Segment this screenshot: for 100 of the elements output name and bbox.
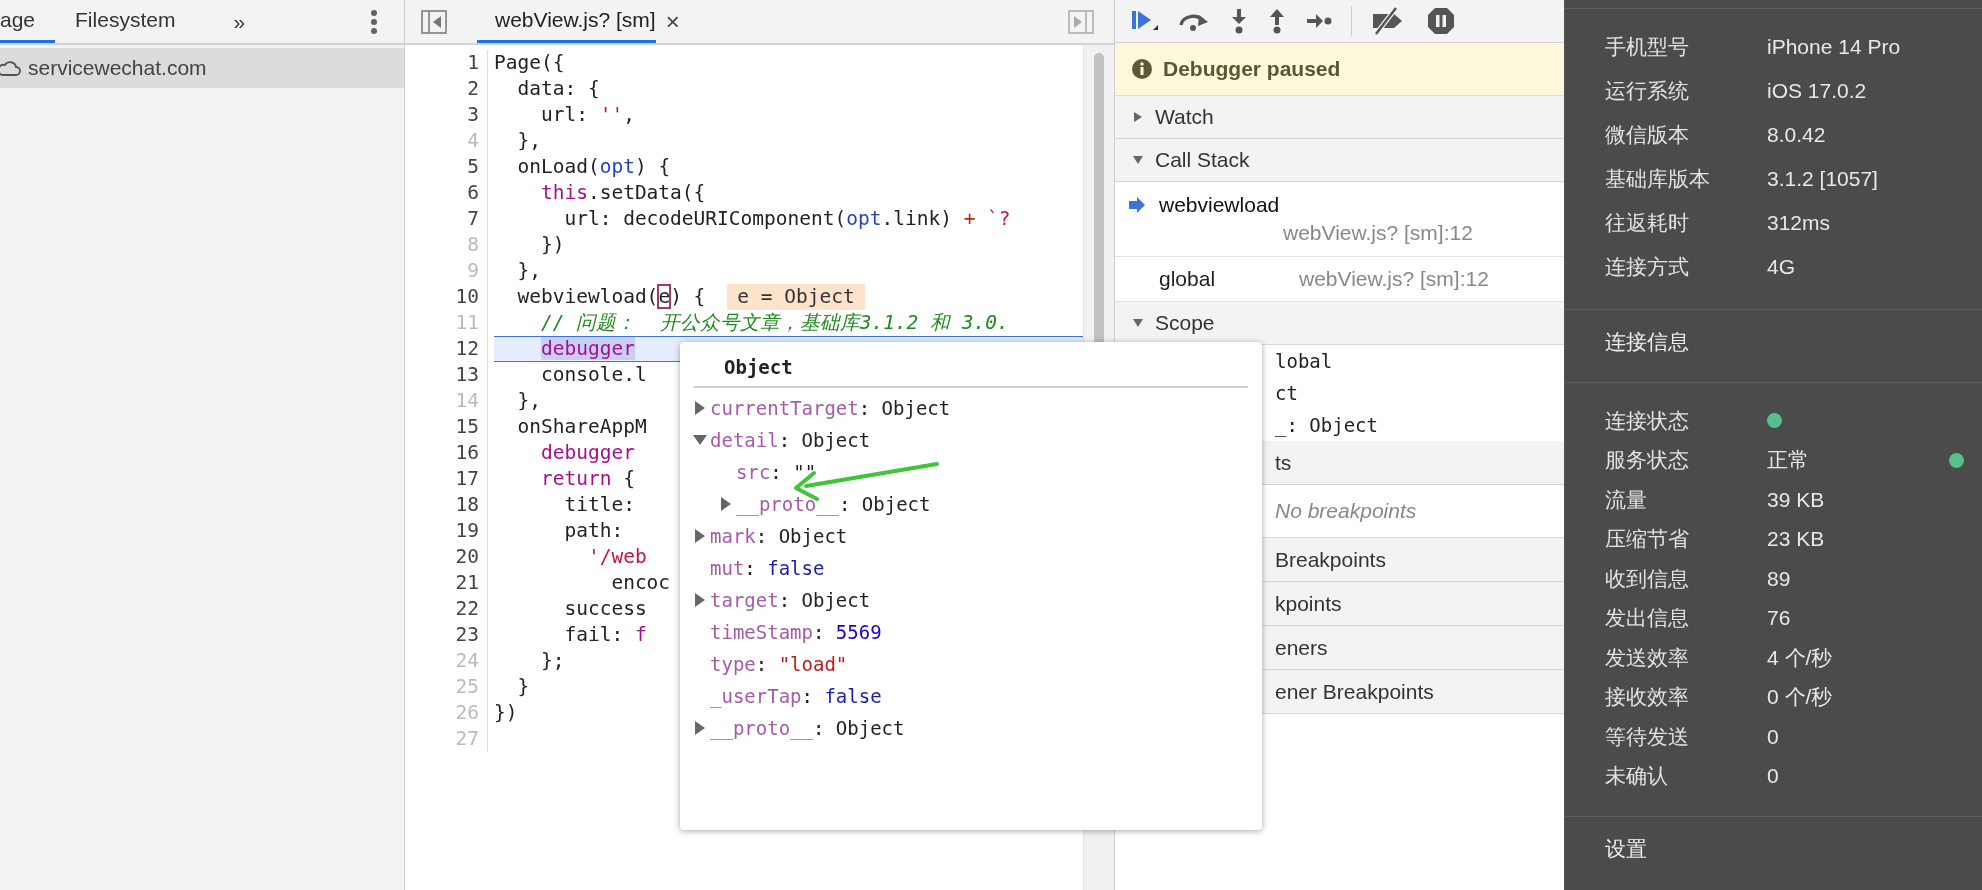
inline-value: e = Object [727,284,865,310]
empty-note: No breakpoints [1275,499,1417,523]
code-line: }, [516,128,541,154]
line-number: 26 [405,700,488,726]
code-line: return { [539,466,635,492]
line-number: 19 [405,518,488,544]
info-icon [1131,58,1153,80]
expand-arrow-icon [1133,155,1143,165]
code-line: debugger [539,440,635,466]
expand-arrow-icon [1133,112,1143,122]
line-number: 8 [405,232,488,258]
info-value: 39 KB [1767,487,1825,512]
section-header[interactable]: Watch [1115,96,1564,139]
line-number: 11 [405,310,488,336]
line-number: 20 [405,544,488,570]
code-line: webviewload(e) { [516,284,706,310]
expand-arrow-icon[interactable] [720,497,732,511]
section-title[interactable]: eners [1275,635,1328,660]
close-tab-button[interactable]: × [665,7,680,36]
code-line: }, [516,388,541,414]
object-property: mut: false [710,557,825,579]
step-icon[interactable] [1305,11,1333,31]
line-number: 23 [405,622,488,648]
line-number: 27 [405,726,488,752]
pause-on-exceptions-icon[interactable] [1426,6,1456,36]
line-number: 16 [405,440,488,466]
line-number: 12 [405,336,488,362]
expand-arrow-icon[interactable] [694,593,706,607]
info-value: iPhone 14 Pro [1767,35,1901,59]
file-tree-item[interactable]: servicewechat.com [0,48,404,88]
info-value: 312ms [1767,211,1831,235]
info-label: 压缩节省 [1605,526,1690,553]
line-number: 25 [405,674,488,700]
code-line: console.l [539,362,647,388]
info-label: 运行系统 [1605,78,1690,104]
info-value: 4G [1767,255,1795,279]
popover-title: Object [694,348,1248,388]
cloud-icon [0,58,22,78]
section-heading: 连接信息 [1605,329,1689,355]
more-options-icon[interactable] [370,8,378,35]
file-tab[interactable]: webView.js? [sm] [477,0,656,43]
toggle-navigator-icon[interactable] [421,9,447,34]
object-property: timeStamp: 5569 [710,621,882,643]
section-heading: 设置 [1605,836,1647,862]
code-line: url: decodeURIComponent(opt.link) + `? [563,206,1011,232]
info-label: 接收效率 [1605,684,1690,711]
call-frame-name[interactable]: global [1159,267,1299,291]
info-value: 0 [1767,724,1779,749]
scope-variable: ct [1275,382,1298,404]
section-title[interactable]: Breakpoints [1275,547,1386,572]
info-value: iOS 17.0.2 [1767,79,1867,103]
call-frame-name[interactable]: webviewload [1159,193,1459,217]
navigator-tab[interactable]: Filesystem [75,0,196,43]
object-property: __proto__: Object [736,493,931,515]
section-header[interactable]: Call Stack [1115,139,1564,182]
line-number: 4 [405,128,488,154]
object-property: currentTarget: Object [710,397,951,419]
expand-arrow-icon[interactable] [693,434,707,446]
expand-arrow-icon[interactable] [694,721,706,735]
section-title[interactable]: ts [1275,450,1292,475]
section-header[interactable]: Scope [1115,302,1564,345]
info-value: 3.1.2 [1057] [1767,167,1878,191]
code-line: '/web [586,544,647,570]
info-label: 收到信息 [1605,565,1690,592]
call-frame-location[interactable]: webView.js? [sm]:12 [1283,221,1473,245]
info-value: 0 个/秒 [1767,684,1833,711]
line-number: 18 [405,492,488,518]
code-line: }, [516,258,541,284]
object-property: detail: Object [710,429,871,451]
code-line: path: [563,518,624,544]
toggle-debugger-icon[interactable] [1068,9,1094,34]
navigator-tab[interactable]: age [0,0,56,43]
info-label: 未确认 [1605,763,1669,790]
step-out-icon[interactable] [1267,7,1287,35]
code-line: data: { [516,76,600,102]
paused-message: Debugger paused [1163,57,1341,81]
code-line: success [563,596,647,622]
more-tabs-button[interactable]: » [233,9,246,34]
object-property: __proto__: Object [710,717,905,739]
line-number: 14 [405,388,488,414]
info-value: 76 [1767,606,1791,631]
line-number: 15 [405,414,488,440]
line-number: 2 [405,76,488,102]
expand-arrow-icon[interactable] [694,529,706,543]
info-label: 连接状态 [1605,407,1690,434]
section-title[interactable]: kpoints [1275,591,1342,616]
line-number: 21 [405,570,488,596]
info-label: 往返耗时 [1605,210,1690,236]
line-number: 9 [405,258,488,284]
line-number: 6 [405,180,488,206]
call-frame-location[interactable]: webView.js? [sm]:12 [1299,267,1489,291]
info-value: 正常 [1767,447,1809,474]
info-value: 0 [1767,764,1779,789]
code-line: this.setData({ [539,180,706,206]
object-property: target: Object [710,589,871,611]
code-line: }) [494,700,518,726]
code-line: fail: f [563,622,647,648]
code-line: } [516,674,530,700]
expand-arrow-icon[interactable] [694,401,706,415]
code-line: onLoad(opt) { [516,154,671,180]
